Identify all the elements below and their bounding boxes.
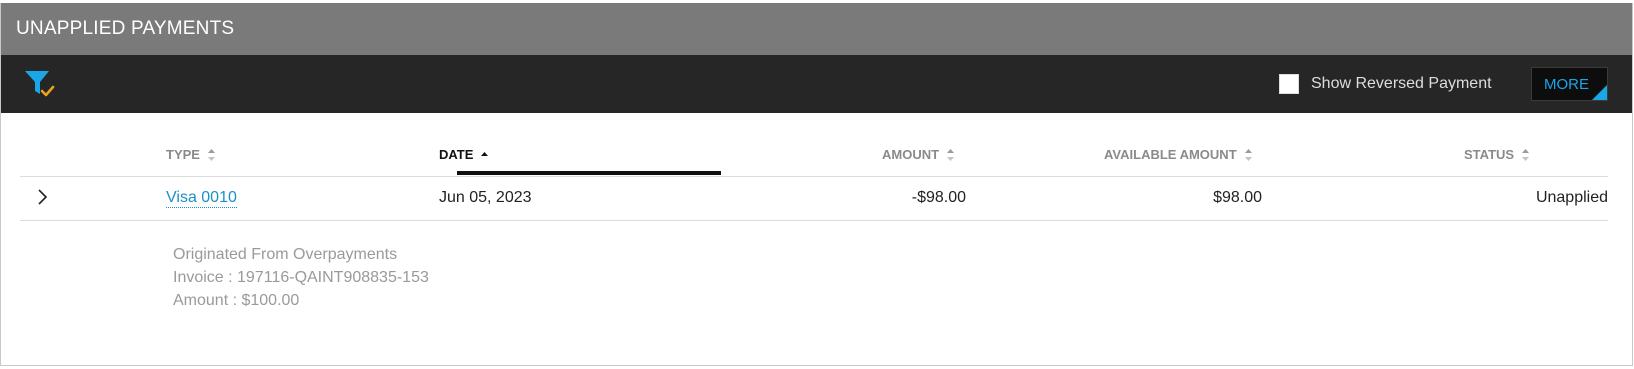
payment-type-link[interactable]: Visa 0010 <box>166 189 237 208</box>
column-header-amount[interactable]: AMOUNT <box>882 147 955 162</box>
more-corner-triangle <box>1592 85 1607 100</box>
show-reversed-payment-checkbox[interactable] <box>1279 74 1299 94</box>
payment-status: Unapplied <box>1535 189 1608 206</box>
more-button-label: MORE <box>1544 75 1589 93</box>
details-amount: Amount : $100.00 <box>173 292 300 309</box>
column-header-available-amount[interactable]: AVAILABLE AMOUNT <box>1104 147 1253 162</box>
sort-icon <box>207 148 216 161</box>
column-header-type[interactable]: TYPE <box>166 147 216 162</box>
sort-ascending-icon <box>480 149 489 161</box>
filter-check-icon[interactable] <box>23 69 59 101</box>
payment-available-amount: $98.00 <box>1213 189 1262 206</box>
payments-table: TYPE DATE AMOUNT AVAILABLE AMOUNT STATUS… <box>20 117 1608 221</box>
payment-amount: -$98.00 <box>911 189 966 206</box>
sort-icon <box>1244 148 1253 161</box>
table-header: TYPE DATE AMOUNT AVAILABLE AMOUNT STATUS <box>20 117 1608 177</box>
more-button[interactable]: MORE <box>1531 67 1608 101</box>
show-reversed-payment-toggle[interactable]: Show Reversed Payment <box>1279 74 1492 94</box>
chevron-right-icon[interactable] <box>36 187 50 207</box>
panel-header: UNAPPLIED PAYMENTS <box>1 3 1632 55</box>
toolbar: Show Reversed Payment MORE <box>1 55 1632 113</box>
sort-icon <box>1521 148 1530 161</box>
active-sort-underline <box>457 171 721 175</box>
table-row: Visa 0010 Jun 05, 2023 -$98.00 $98.00 Un… <box>20 177 1608 221</box>
sort-icon <box>946 148 955 161</box>
payment-details: Originated From Overpayments Invoice : 1… <box>173 243 429 312</box>
panel-title: UNAPPLIED PAYMENTS <box>16 18 235 39</box>
details-origin: Originated From Overpayments <box>173 246 398 263</box>
show-reversed-payment-label: Show Reversed Payment <box>1311 75 1492 92</box>
details-invoice: Invoice : 197116-QAINT908835-153 <box>173 269 429 286</box>
payment-date: Jun 05, 2023 <box>439 189 532 206</box>
column-header-status[interactable]: STATUS <box>1464 147 1530 162</box>
column-header-date[interactable]: DATE <box>439 147 489 162</box>
